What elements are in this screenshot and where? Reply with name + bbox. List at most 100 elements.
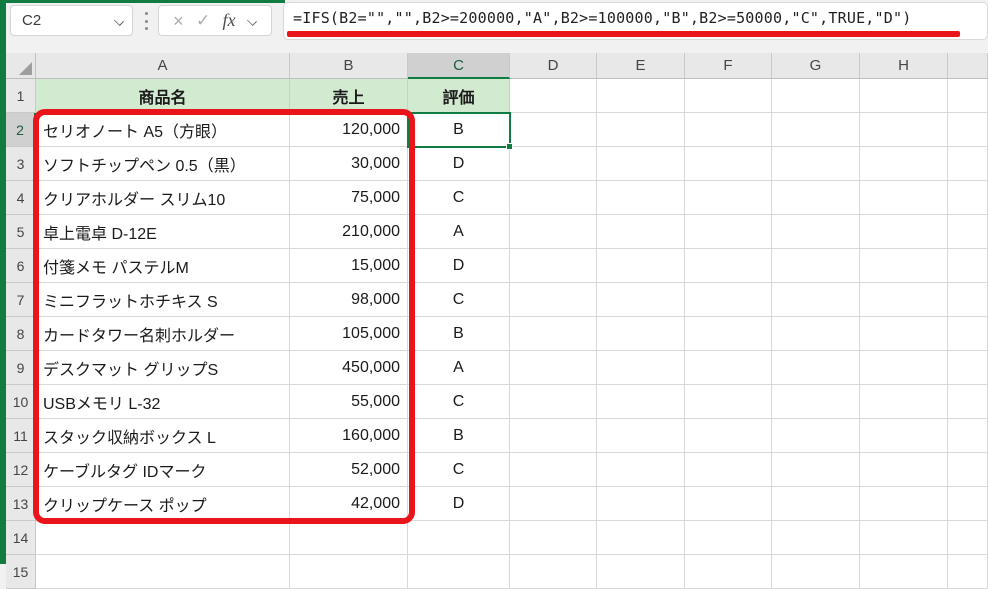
cell-C15[interactable] (408, 555, 510, 589)
column-header-A[interactable]: A (36, 53, 290, 79)
cell-D7[interactable] (510, 283, 597, 317)
cell-E13[interactable] (597, 487, 685, 521)
cell-D12[interactable] (510, 453, 597, 487)
row-header-9[interactable]: 9 (6, 351, 36, 385)
cell-G6[interactable] (772, 249, 860, 283)
cell-G13[interactable] (772, 487, 860, 521)
row-header-14[interactable]: 14 (6, 521, 36, 555)
cell-G10[interactable] (772, 385, 860, 419)
cell-E2[interactable] (597, 113, 685, 147)
cell-H1[interactable] (860, 79, 948, 113)
cell-D4[interactable] (510, 181, 597, 215)
cell-D2[interactable] (510, 113, 597, 147)
row-header-11[interactable]: 11 (6, 419, 36, 453)
column-header-B[interactable]: B (290, 53, 408, 79)
row-header-15[interactable]: 15 (6, 555, 36, 589)
row-header-1[interactable]: 1 (6, 79, 36, 113)
cell-H11[interactable] (860, 419, 948, 453)
cell-A15[interactable] (36, 555, 290, 589)
cell-H6[interactable] (860, 249, 948, 283)
cell-H13[interactable] (860, 487, 948, 521)
cell-E10[interactable] (597, 385, 685, 419)
cell-I7[interactable] (948, 283, 988, 317)
row-header-13[interactable]: 13 (6, 487, 36, 521)
row-header-2[interactable]: 2 (6, 113, 36, 147)
cell-I12[interactable] (948, 453, 988, 487)
cell-D13[interactable] (510, 487, 597, 521)
cell-F2[interactable] (685, 113, 772, 147)
column-header-G[interactable]: G (772, 53, 860, 79)
cell-D3[interactable] (510, 147, 597, 181)
cell-G14[interactable] (772, 521, 860, 555)
cell-E9[interactable] (597, 351, 685, 385)
cell-H9[interactable] (860, 351, 948, 385)
cell-H15[interactable] (860, 555, 948, 589)
cell-F5[interactable] (685, 215, 772, 249)
cell-G11[interactable] (772, 419, 860, 453)
cell-I15[interactable] (948, 555, 988, 589)
cell-D1[interactable] (510, 79, 597, 113)
row-header-4[interactable]: 4 (6, 181, 36, 215)
cell-B15[interactable] (290, 555, 408, 589)
cell-G15[interactable] (772, 555, 860, 589)
cell-F8[interactable] (685, 317, 772, 351)
cell-G8[interactable] (772, 317, 860, 351)
cell-A14[interactable] (36, 521, 290, 555)
cell-C2[interactable]: B (408, 113, 510, 147)
cell-C8[interactable]: B (408, 317, 510, 351)
cell-I11[interactable] (948, 419, 988, 453)
cell-D15[interactable] (510, 555, 597, 589)
cell-G7[interactable] (772, 283, 860, 317)
cell-E11[interactable] (597, 419, 685, 453)
cell-B1[interactable]: 売上 (290, 79, 408, 113)
chevron-down-icon[interactable] (115, 16, 124, 25)
cell-F10[interactable] (685, 385, 772, 419)
cell-E12[interactable] (597, 453, 685, 487)
cancel-icon[interactable]: × (173, 12, 184, 30)
cell-I5[interactable] (948, 215, 988, 249)
cell-I3[interactable] (948, 147, 988, 181)
cell-G2[interactable] (772, 113, 860, 147)
cell-F1[interactable] (685, 79, 772, 113)
cell-F13[interactable] (685, 487, 772, 521)
row-header-6[interactable]: 6 (6, 249, 36, 283)
cell-C3[interactable]: D (408, 147, 510, 181)
cell-F9[interactable] (685, 351, 772, 385)
cell-E6[interactable] (597, 249, 685, 283)
cell-D5[interactable] (510, 215, 597, 249)
cell-I14[interactable] (948, 521, 988, 555)
cell-D8[interactable] (510, 317, 597, 351)
enter-icon[interactable]: ✓ (196, 12, 210, 29)
cell-C13[interactable]: D (408, 487, 510, 521)
cell-C5[interactable]: A (408, 215, 510, 249)
cell-G12[interactable] (772, 453, 860, 487)
row-header-8[interactable]: 8 (6, 317, 36, 351)
cell-H10[interactable] (860, 385, 948, 419)
cell-D11[interactable] (510, 419, 597, 453)
cell-H12[interactable] (860, 453, 948, 487)
cell-C14[interactable] (408, 521, 510, 555)
cell-C4[interactable]: C (408, 181, 510, 215)
insert-function-icon[interactable]: fx (223, 10, 236, 31)
cell-H5[interactable] (860, 215, 948, 249)
cell-E5[interactable] (597, 215, 685, 249)
cell-G1[interactable] (772, 79, 860, 113)
cell-F14[interactable] (685, 521, 772, 555)
column-header-C[interactable]: C (408, 53, 510, 79)
cell-G9[interactable] (772, 351, 860, 385)
row-header-3[interactable]: 3 (6, 147, 36, 181)
cell-C1[interactable]: 評価 (408, 79, 510, 113)
cell-A1[interactable]: 商品名 (36, 79, 290, 113)
row-header-10[interactable]: 10 (6, 385, 36, 419)
cell-C6[interactable]: D (408, 249, 510, 283)
column-header-F[interactable]: F (685, 53, 772, 79)
cell-E8[interactable] (597, 317, 685, 351)
cell-I6[interactable] (948, 249, 988, 283)
cell-E3[interactable] (597, 147, 685, 181)
cell-H8[interactable] (860, 317, 948, 351)
cell-H3[interactable] (860, 147, 948, 181)
cell-F12[interactable] (685, 453, 772, 487)
cell-D6[interactable] (510, 249, 597, 283)
cell-F3[interactable] (685, 147, 772, 181)
cell-I4[interactable] (948, 181, 988, 215)
